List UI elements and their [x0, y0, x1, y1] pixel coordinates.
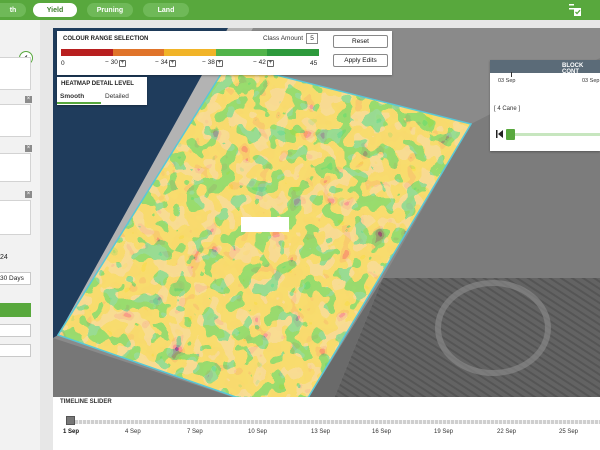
colour-class-4 — [215, 49, 268, 56]
filter-box-4[interactable] — [0, 200, 31, 235]
block-slider-track[interactable] — [508, 133, 600, 136]
tab-health[interactable]: th — [0, 3, 26, 17]
reset-button[interactable]: Reset — [333, 35, 388, 48]
timeline-panel: TIMELINE SLIDER 1 Sep 4 Sep 7 Sep 10 Sep… — [53, 397, 600, 450]
date-field[interactable]: 24 — [0, 254, 8, 261]
left-sidebar: × × × 24 30 Days — [0, 20, 40, 450]
apply-filter-button[interactable] — [0, 303, 31, 317]
range-max: 45 — [310, 60, 318, 67]
timeline-track[interactable] — [67, 420, 600, 424]
range-field[interactable]: 30 Days — [0, 272, 31, 285]
timeline-label: 19 Sep — [434, 429, 454, 435]
colour-range-panel: COLOUR RANGE SELECTION Class Amount 5 0 … — [57, 31, 392, 75]
filter-box-1[interactable] — [0, 57, 31, 90]
timeline-label: 4 Sep — [125, 429, 141, 435]
colour-class-5 — [267, 49, 319, 56]
threshold-stepper-2[interactable]: − 34 + — [155, 59, 176, 67]
detailed-option[interactable]: Detailed — [103, 91, 147, 104]
timeline-handle[interactable] — [66, 416, 75, 425]
threshold-stepper-4[interactable]: − 42 + — [253, 59, 274, 67]
timeline-label: 1 Sep — [63, 429, 80, 435]
range-min: 0 — [61, 60, 65, 67]
field-label — [241, 217, 289, 232]
colour-class-3 — [164, 49, 216, 56]
block-control-header: BLOCK CONT 03 Sep 03 Sep — [490, 60, 600, 88]
threshold-stepper-1[interactable]: − 30 + — [105, 59, 126, 67]
class-amount-input[interactable]: 5 — [306, 33, 318, 44]
heatmap-detail-panel: HEATMAP DETAIL LEVEL Smooth Detailed — [57, 77, 147, 105]
timeline-label: 10 Sep — [248, 429, 268, 435]
tab-land[interactable]: Land — [143, 3, 189, 17]
threshold-stepper-3[interactable]: − 38 + — [202, 59, 223, 67]
filter-box-2[interactable] — [0, 104, 31, 137]
secondary-button-1[interactable] — [0, 324, 31, 337]
colour-scale-bar — [61, 49, 319, 56]
timeline-label: 25 Sep — [559, 429, 579, 435]
block-slider-handle[interactable] — [506, 129, 515, 140]
timeline-label: 7 Sep — [187, 429, 203, 435]
timeline-label: 13 Sep — [311, 429, 331, 435]
timeline-label: 22 Sep — [497, 429, 517, 435]
tab-yield[interactable]: Yield — [33, 3, 77, 17]
smooth-option[interactable]: Smooth — [57, 91, 101, 104]
apply-edits-button[interactable]: Apply Edits — [333, 54, 388, 67]
tab-pruning[interactable]: Pruning — [87, 3, 133, 17]
colour-class-2 — [112, 49, 165, 56]
checklist-icon[interactable] — [568, 3, 582, 17]
secondary-button-2[interactable] — [0, 344, 31, 357]
colour-class-1 — [61, 49, 113, 56]
filter-box-3[interactable] — [0, 153, 31, 182]
close-icon[interactable]: × — [25, 145, 32, 152]
close-icon[interactable]: × — [25, 191, 32, 198]
top-nav-bar: th Yield Pruning Land — [0, 0, 600, 20]
close-icon[interactable]: × — [25, 96, 32, 103]
timeline-label: 16 Sep — [372, 429, 392, 435]
skip-to-start-icon[interactable] — [496, 130, 503, 138]
block-control-panel: BLOCK CONT 03 Sep 03 Sep [ 4 Cane ] — [490, 60, 600, 151]
